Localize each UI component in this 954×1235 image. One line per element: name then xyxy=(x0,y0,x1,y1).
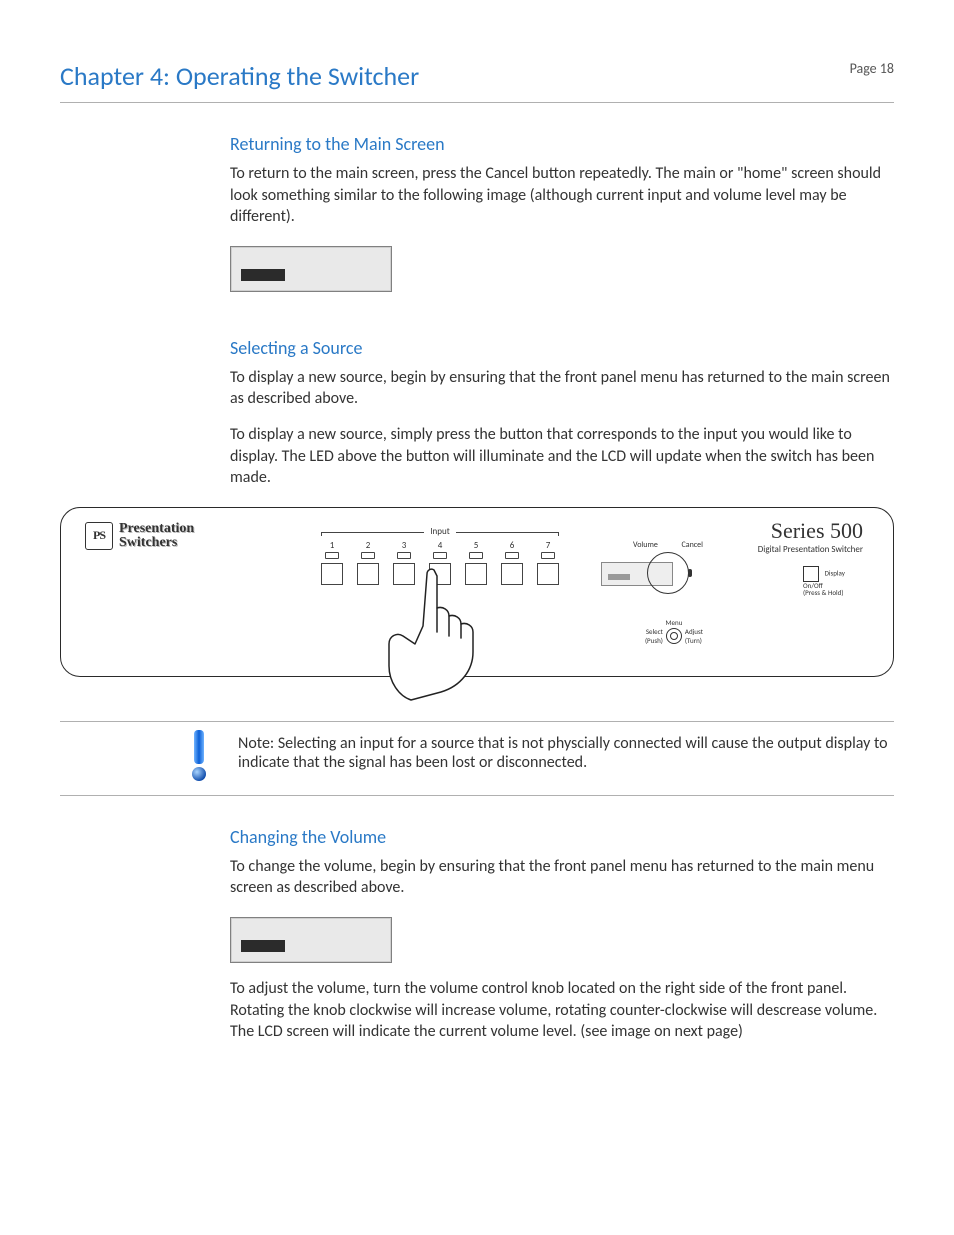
led-icon xyxy=(325,552,339,559)
front-panel-diagram: PS Presentation Switchers Series 500 Dig… xyxy=(60,507,894,677)
body-text: To return to the main screen, press the … xyxy=(230,163,894,228)
input-button-2[interactable]: 2 xyxy=(357,540,379,585)
led-icon xyxy=(397,552,411,559)
page-number: Page 18 xyxy=(850,60,894,77)
section-heading-main: Returning to the Main Screen xyxy=(230,133,894,155)
input-button-5[interactable]: 5 xyxy=(465,540,487,585)
input-button-4[interactable]: 4 xyxy=(429,540,451,585)
brand-logo-icon: PS xyxy=(85,522,113,550)
series-label: Series 500 Digital Presentation Switcher xyxy=(758,518,863,555)
input-button-1[interactable]: 1 xyxy=(321,540,343,585)
cancel-label: Cancel xyxy=(682,540,704,550)
menu-knob-area: Menu Select (Push) Adjust (Turn) xyxy=(645,618,703,645)
menu-label: Menu xyxy=(645,618,703,627)
led-icon xyxy=(433,552,447,559)
body-text: To change the volume, begin by ensuring … xyxy=(230,856,894,899)
header-divider xyxy=(60,102,894,103)
section-heading-volume: Changing the Volume xyxy=(230,826,894,848)
chapter-title: Chapter 4: Operating the Switcher xyxy=(60,60,419,92)
body-text: To display a new source, simply press th… xyxy=(230,424,894,489)
input-buttons-group: Input 1 2 3 xyxy=(321,526,559,585)
info-exclamation-icon xyxy=(190,730,208,782)
body-text: To adjust the volume, turn the volume co… xyxy=(230,978,894,1043)
volume-knob-area: Volume Cancel xyxy=(633,540,703,594)
led-icon xyxy=(361,552,375,559)
volume-knob[interactable] xyxy=(647,552,689,594)
input-button-6[interactable]: 6 xyxy=(501,540,523,585)
brand-block: PS Presentation Switchers xyxy=(85,522,194,550)
display-onoff-button[interactable]: Display On/Off (Press & Hold) xyxy=(803,566,863,597)
lcd-screenshot xyxy=(230,917,392,963)
lcd-screenshot xyxy=(230,246,392,292)
note-text: Note: Selecting an input for a source th… xyxy=(238,730,894,776)
led-icon xyxy=(505,552,519,559)
volume-label: Volume xyxy=(633,540,658,550)
brand-text: Presentation Switchers xyxy=(119,522,194,550)
menu-knob[interactable] xyxy=(666,628,682,644)
input-button-3[interactable]: 3 xyxy=(393,540,415,585)
section-heading-select: Selecting a Source xyxy=(230,337,894,359)
input-group-label: Input xyxy=(424,526,455,537)
body-text: To display a new source, begin by ensuri… xyxy=(230,367,894,410)
note-callout: Note: Selecting an input for a source th… xyxy=(60,721,894,796)
led-icon xyxy=(541,552,555,559)
pointing-hand-icon xyxy=(381,566,541,706)
input-button-7[interactable]: 7 xyxy=(537,540,559,585)
led-icon xyxy=(469,552,483,559)
